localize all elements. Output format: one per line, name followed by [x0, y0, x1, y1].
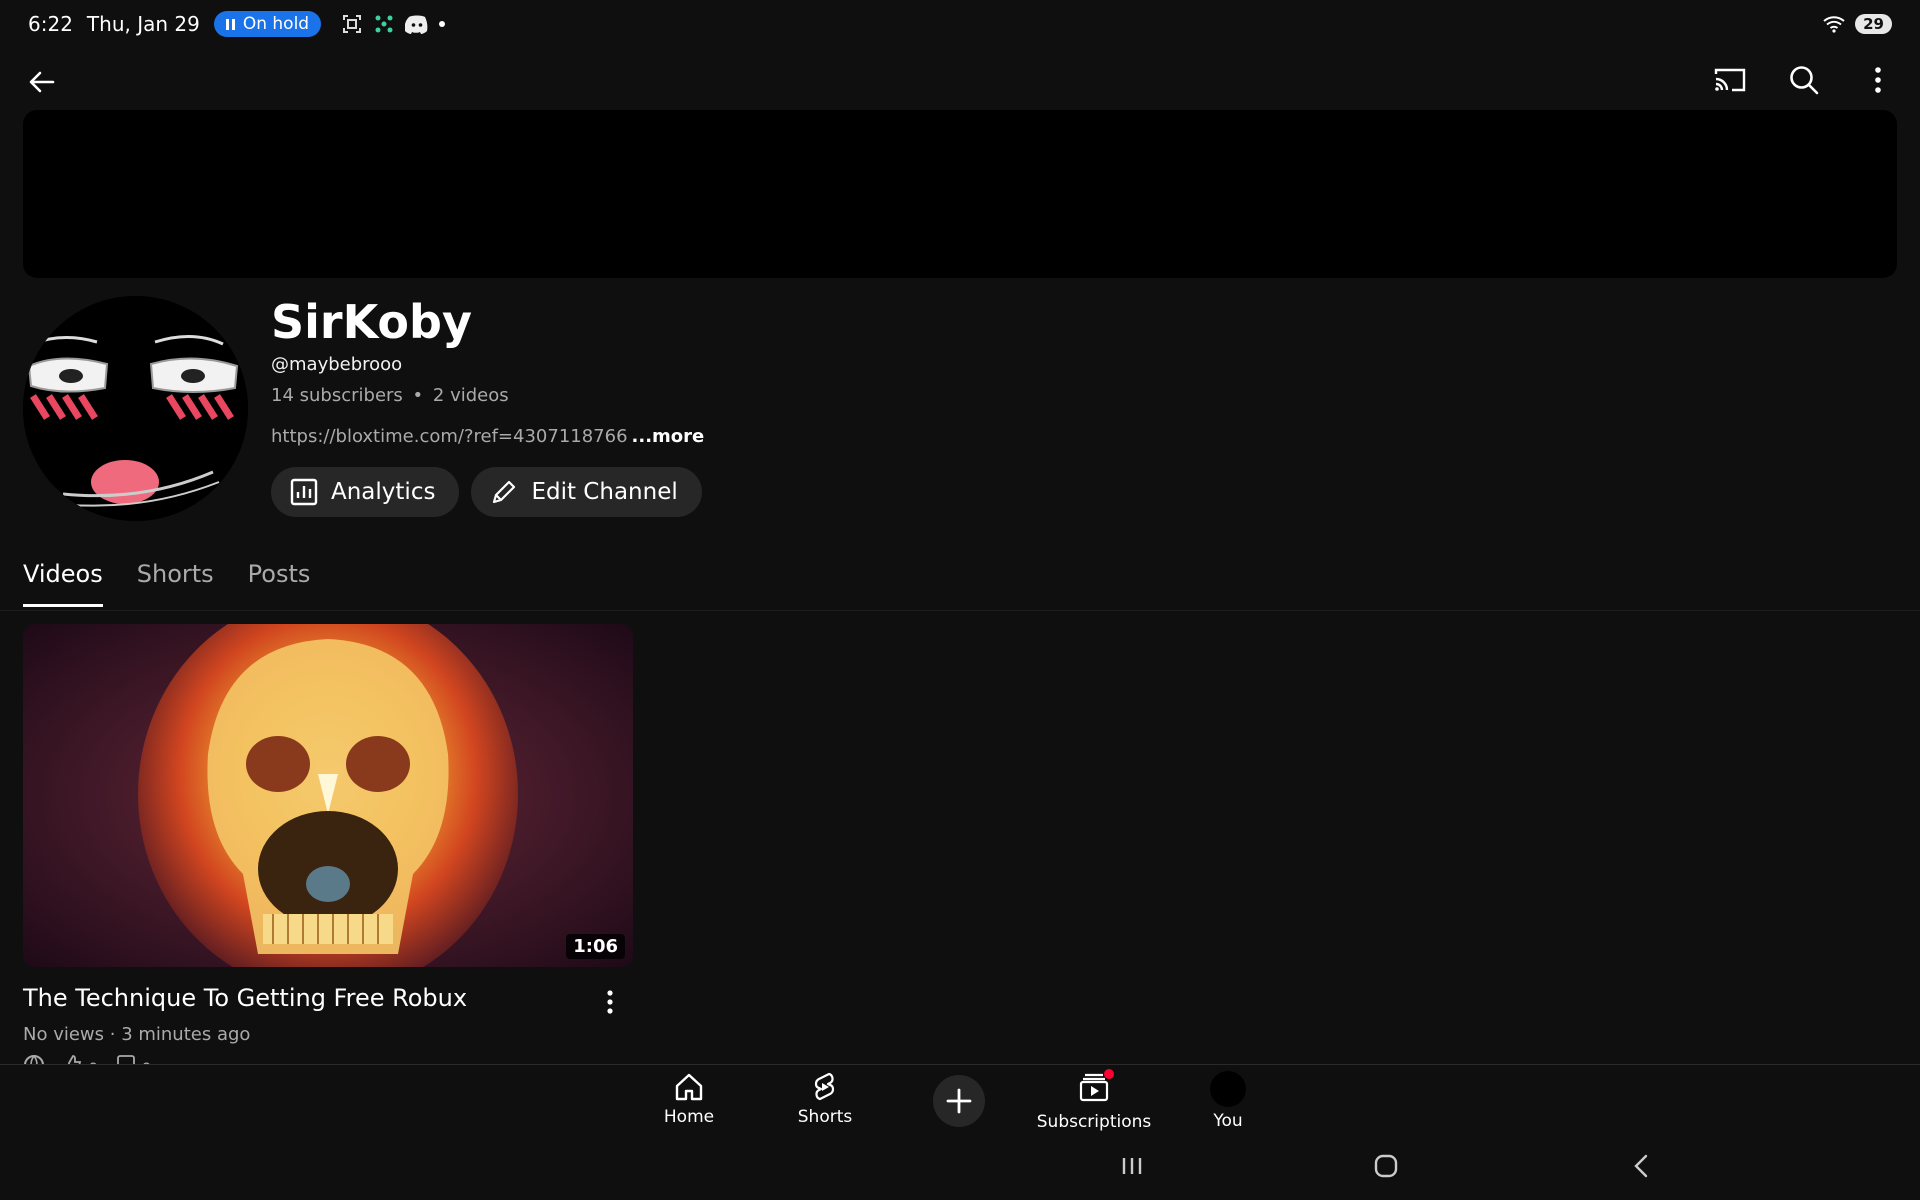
shorts-icon — [814, 1072, 835, 1101]
more-vert-icon — [607, 990, 613, 1014]
analytics-button[interactable]: Analytics — [271, 467, 460, 517]
chevron-left-icon — [1634, 1154, 1648, 1178]
app-bar — [0, 52, 1920, 108]
video-count: 2 videos — [432, 385, 509, 406]
notification-dot — [1104, 1069, 1114, 1079]
home-system-button[interactable] — [1372, 1152, 1400, 1184]
subscriptions-icon-wrapper — [1078, 1069, 1114, 1108]
cast-button[interactable] — [1710, 60, 1750, 100]
more-link[interactable]: ...more — [632, 426, 705, 447]
nav-shorts[interactable]: Shorts — [755, 1071, 895, 1127]
flaming-skull-thumbnail-image — [23, 624, 633, 967]
video-title[interactable]: The Technique To Getting Free Robux — [23, 984, 467, 1012]
channel-info: SirKoby @maybebrooo 14 subscribers • 2 v… — [271, 292, 704, 517]
nav-home[interactable]: Home — [619, 1071, 759, 1127]
edit-channel-label: Edit Channel — [531, 479, 678, 505]
more-notifications-dot-icon — [439, 21, 446, 27]
channel-handle: @maybebrooo — [271, 354, 403, 375]
edit-channel-button[interactable]: Edit Channel — [471, 467, 702, 517]
more-vert-icon — [1875, 67, 1881, 93]
you-avatar — [1210, 1071, 1246, 1107]
video-more-button[interactable] — [590, 982, 630, 1022]
analytics-icon — [290, 478, 318, 506]
recent-apps-button[interactable] — [1118, 1152, 1146, 1184]
nav-subscriptions-label: Subscriptions — [1036, 1112, 1152, 1132]
call-on-hold-badge[interactable]: On hold — [213, 11, 322, 37]
video-duration: 1:06 — [566, 934, 625, 959]
discord-icon — [405, 15, 428, 34]
back-button[interactable] — [22, 62, 62, 102]
status-time: 6:22 — [28, 12, 73, 36]
channel-link[interactable]: https://bloxtime.com/?ref=4307118766 — [271, 426, 628, 447]
home-circle-icon — [1374, 1154, 1398, 1178]
video-stats-row: 0 0 — [23, 1054, 152, 1064]
nav-subscriptions[interactable]: Subscriptions — [1024, 1069, 1164, 1132]
plus-icon — [946, 1088, 972, 1114]
system-navigation-bar — [0, 1140, 1920, 1200]
screenshot-icon — [343, 15, 362, 33]
tabs-divider — [0, 610, 1920, 611]
likes-stat: 0 — [63, 1054, 98, 1064]
nav-you[interactable]: You — [1158, 1071, 1298, 1131]
avatar-face-image — [23, 296, 248, 521]
tab-shorts[interactable]: Shorts — [137, 560, 214, 607]
recent-apps-icon — [1122, 1158, 1142, 1174]
home-icon — [675, 1073, 703, 1101]
globe-icon — [24, 1055, 44, 1064]
status-date: Thu, Jan 29 — [86, 12, 200, 36]
stats-separator: • — [412, 385, 424, 406]
comments-stat: 0 — [116, 1054, 152, 1064]
pause-icon — [225, 18, 235, 30]
pencil-icon — [493, 480, 516, 504]
channel-banner[interactable] — [23, 110, 1897, 278]
bottom-navigation: Home Shorts Subscriptions You — [0, 1064, 1920, 1138]
thumb-up-icon — [68, 1055, 82, 1064]
cast-icon — [1714, 68, 1746, 92]
channel-avatar[interactable] — [23, 296, 248, 521]
channel-stats: 14 subscribers • 2 videos — [271, 385, 704, 406]
more-options-button[interactable] — [1858, 60, 1898, 100]
channel-name: SirKoby — [271, 295, 472, 349]
nav-home-label: Home — [663, 1107, 715, 1127]
channel-description[interactable]: https://bloxtime.com/?ref=4307118766 ...m… — [271, 426, 704, 447]
battery-indicator: 29 — [1855, 14, 1892, 34]
subscriber-count: 14 subscribers — [271, 385, 403, 406]
nav-shorts-label: Shorts — [797, 1107, 853, 1127]
status-bar: 6:22 Thu, Jan 29 On hold 29 — [0, 0, 1920, 48]
video-thumbnail[interactable]: 1:06 — [23, 624, 633, 967]
tab-videos[interactable]: Videos — [23, 560, 103, 607]
wifi-icon — [1823, 16, 1845, 33]
call-badge-label: On hold — [242, 14, 310, 34]
arrow-left-icon — [29, 71, 55, 93]
sparkle-app-icon — [375, 15, 393, 33]
tab-posts[interactable]: Posts — [248, 560, 311, 607]
analytics-label: Analytics — [331, 479, 436, 505]
video-meta: No views · 3 minutes ago — [23, 1024, 251, 1045]
system-back-button[interactable] — [1628, 1152, 1656, 1184]
create-button[interactable] — [933, 1075, 985, 1127]
nav-you-label: You — [1213, 1111, 1243, 1131]
comment-icon — [117, 1055, 136, 1064]
search-icon — [1790, 66, 1819, 95]
channel-tabs: Videos Shorts Posts — [23, 560, 310, 607]
search-button[interactable] — [1784, 60, 1824, 100]
